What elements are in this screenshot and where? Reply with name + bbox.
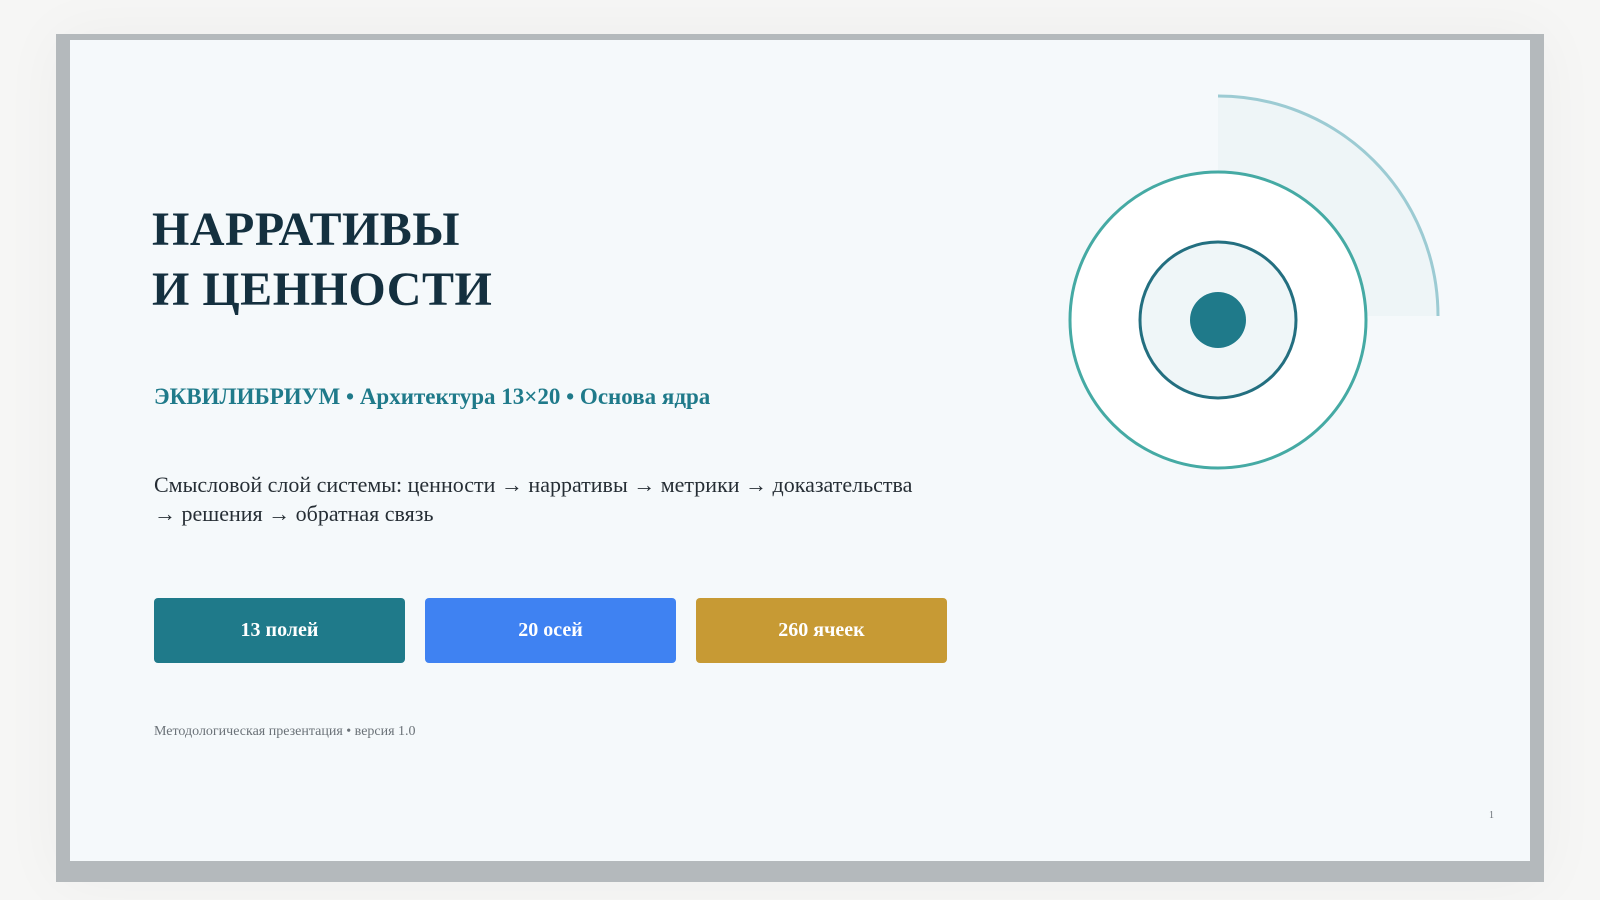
slide: НАРРАТИВЫ И ЦЕННОСТИ ЭКВИЛИБРИУМ • Архит… [70, 40, 1530, 861]
page-number: 1 [1489, 810, 1494, 821]
footer-note: Методологическая презентация • версия 1.… [154, 724, 416, 739]
slide-description: Смысловой слой системы: ценности → нарра… [154, 472, 913, 526]
stat-badge-fields-label: 13 полей [240, 619, 319, 641]
slide-frame: НАРРАТИВЫ И ЦЕННОСТИ ЭКВИЛИБРИУМ • Архит… [56, 34, 1544, 882]
stat-badge-cells: 260 ячеек [696, 598, 947, 663]
slide-subtitle: ЭКВИЛИБРИУМ • Архитектура 13×20 • Основа… [154, 384, 711, 409]
stat-badge-axes-label: 20 осей [518, 619, 583, 641]
stat-badge-axes: 20 осей [425, 598, 676, 663]
stat-badge-cells-label: 260 ячеек [778, 619, 865, 641]
stat-badge-fields: 13 полей [154, 598, 405, 663]
slide-title-line-1: НАРРАТИВЫ [152, 203, 460, 256]
concentric-target-icon [1068, 94, 1440, 470]
center-dot [1190, 292, 1246, 348]
slide-title: НАРРАТИВЫ И ЦЕННОСТИ [152, 200, 492, 320]
stats-row: 13 полей 20 осей 260 ячеек [154, 598, 947, 663]
slide-title-line-2: И ЦЕННОСТИ [152, 263, 493, 316]
